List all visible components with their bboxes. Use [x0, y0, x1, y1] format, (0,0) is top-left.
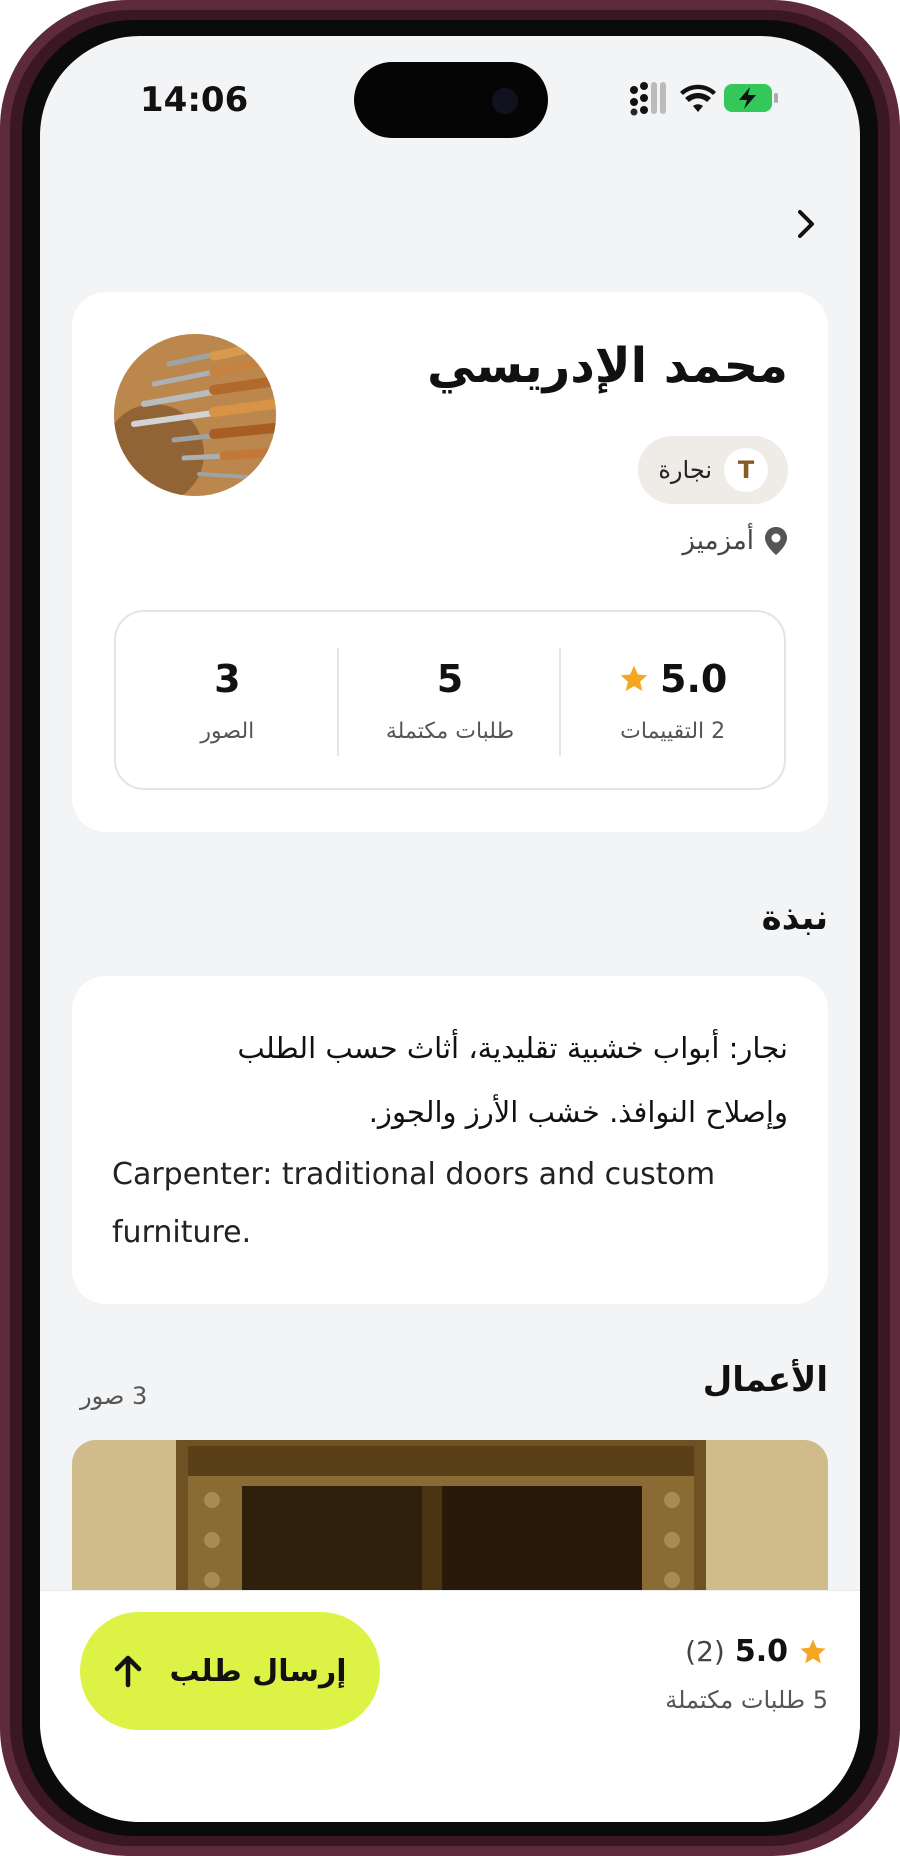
star-icon	[800, 1639, 826, 1663]
about-text-english: Carpenter: traditional doors and custom …	[112, 1157, 716, 1250]
stat-rating-value-row: 5.0	[618, 657, 727, 701]
stat-rating-value: 5.0	[660, 656, 728, 701]
location-label: أمزميز	[682, 526, 754, 556]
profile-avatar	[114, 334, 276, 496]
location: أمزميز	[682, 526, 788, 556]
star-icon	[620, 665, 648, 691]
works-title: الأعمال	[702, 1360, 828, 1400]
trade-hammer-icon: T	[724, 448, 768, 492]
stat-rating-label: 2 التقييمات	[620, 718, 726, 744]
send-request-button[interactable]: إرسال طلب	[80, 1612, 380, 1730]
stat-orders: 5 طلبات مكتملة	[339, 612, 562, 788]
stats-box: 5.0 2 التقييمات 5 طلبات مكتملة 3 الصور	[114, 610, 786, 790]
bottom-completed: 5 طلبات مكتملة	[665, 1686, 828, 1714]
status-time: 14:06	[140, 80, 249, 120]
stat-photos-label: الصور	[200, 718, 255, 744]
dynamic-island	[354, 62, 548, 138]
stat-orders-value: 5	[436, 656, 464, 701]
battery-charging-icon	[724, 84, 778, 112]
app-screen: 14:06 محمد الإدريسي T نجارة أمزميز 5.0 2…	[40, 36, 860, 1822]
back-chevron-icon	[798, 210, 814, 238]
bottom-rating-count: (2)	[685, 1635, 725, 1668]
about-text-arabic: نجار: أبواب خشبية تقليدية، أثاث حسب الطل…	[237, 1031, 788, 1129]
stat-photos-value: 3	[214, 656, 241, 701]
trade-chip[interactable]: T نجارة	[638, 436, 788, 504]
stat-orders-label: طلبات مكتملة	[385, 718, 515, 744]
profile-name: محمد الإدريسي	[427, 338, 788, 394]
stat-photos[interactable]: 3 الصور	[116, 612, 339, 788]
signal-icon	[630, 82, 666, 116]
works-count: 3 صور	[80, 1382, 148, 1410]
send-request-label: إرسال طلب	[169, 1653, 347, 1689]
trade-label: نجارة	[658, 456, 712, 484]
status-icons	[630, 78, 790, 118]
back-button[interactable]	[780, 198, 832, 250]
arrow-up-icon	[115, 1655, 142, 1688]
volume-up-button	[0, 450, 8, 562]
location-pin-icon	[765, 527, 787, 555]
about-title: نبذة	[761, 898, 828, 938]
stat-rating[interactable]: 5.0 2 التقييمات	[561, 612, 784, 788]
bottom-rating-value: 5.0	[734, 1634, 788, 1669]
power-button	[892, 486, 900, 672]
wifi-icon	[680, 84, 716, 112]
bottom-rating: (2) 5.0	[685, 1634, 828, 1669]
front-camera	[492, 88, 518, 114]
action-button	[0, 320, 8, 392]
volume-down-button	[0, 596, 8, 708]
